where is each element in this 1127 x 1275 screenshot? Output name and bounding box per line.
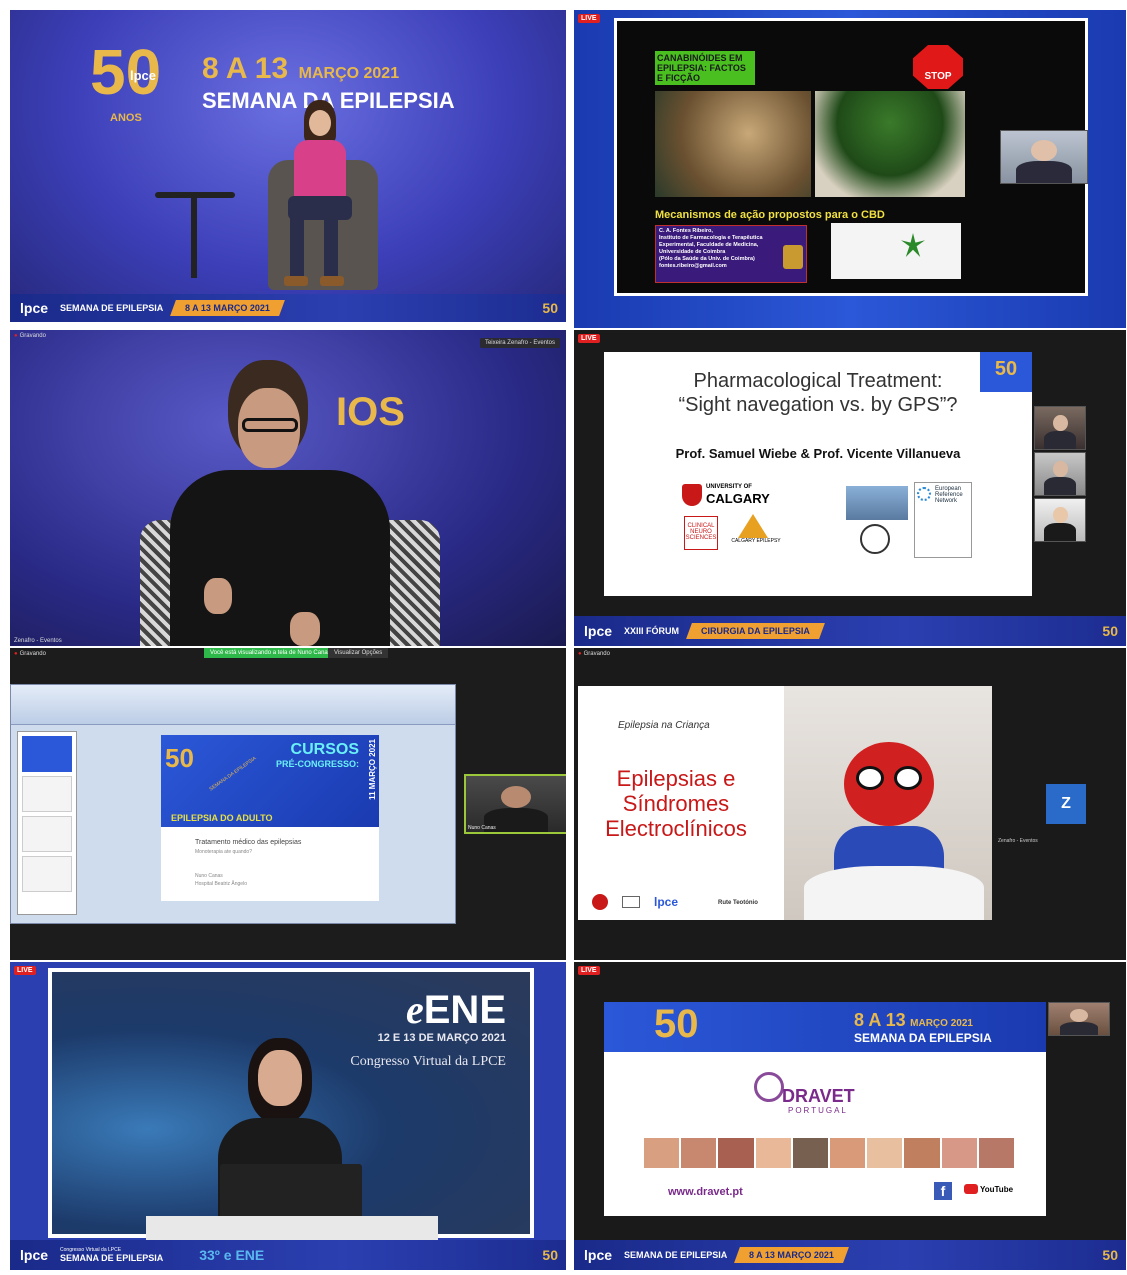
video-tile-eene[interactable]: LIVE eENE 12 E 13 DE MARÇO 2021 Congress… bbox=[10, 962, 566, 1270]
video-tile-slide-pharmacological[interactable]: LIVE 50 Pharmacological Treatment: “Sigh… bbox=[574, 330, 1126, 646]
powerpoint-window: 50 CURSOS PRÉ-CONGRESSO: 11 MARÇO 2021 S… bbox=[10, 684, 456, 924]
slide-pharmacological: 50 Pharmacological Treatment: “Sight nav… bbox=[604, 352, 1032, 596]
presenter-camera[interactable]: Nuno Canas bbox=[464, 774, 566, 834]
lower-third-bar: lpce SEMANA DE EPILEPSIA 8 A 13 MARÇO 20… bbox=[574, 1240, 1126, 1270]
partner-logos: lpce bbox=[592, 894, 678, 910]
speaker-camera-3[interactable] bbox=[1034, 498, 1086, 542]
video-tile-studio[interactable]: 50 lpce ANOS 8 A 13 MARÇO 2021 SEMANA DA… bbox=[10, 10, 566, 322]
video-tile-guest[interactable]: Gravando Teixeira Zenafro - Eventos IOS … bbox=[10, 330, 566, 646]
video-tile-slide-canabinoides[interactable]: LIVE CANABINÓIDES EM EPILEPSIA: FACTOS E… bbox=[574, 10, 1126, 328]
dravet-logo: DRAVET PORTUGAL bbox=[754, 1072, 894, 1122]
coimbra-seal bbox=[783, 245, 803, 269]
stop-sign-icon: STOP bbox=[913, 45, 963, 89]
slide-crianca: Epilepsia na Criança Epilepsias e Síndro… bbox=[578, 686, 992, 920]
participant-name: Zenafro - Eventos bbox=[14, 638, 62, 644]
view-options-button[interactable]: Visualizar Opções bbox=[328, 648, 389, 658]
slide-dravet: 50 8 A 13 MARÇO 2021 SEMANA DA EPILEPSIA… bbox=[604, 1002, 1046, 1216]
slide-50-logo: 50 bbox=[165, 743, 194, 773]
side-table bbox=[155, 192, 235, 282]
plant-image bbox=[815, 91, 965, 197]
video-tile-slide-crianca[interactable]: Gravando Epilepsia na Criança Epilepsias… bbox=[574, 648, 1126, 960]
slide-header: 50 8 A 13 MARÇO 2021 SEMANA DA EPILEPSIA bbox=[604, 1002, 1046, 1052]
sculpture-image bbox=[655, 91, 811, 197]
neuro-logo: CLINICAL NEURO SCIENCES bbox=[684, 516, 718, 550]
video-tile-slide-dravet[interactable]: LIVE 50 8 A 13 MARÇO 2021 SEMANA DA EPIL… bbox=[574, 962, 1126, 1270]
speaker-camera-2[interactable] bbox=[1034, 452, 1086, 496]
slide-thumbnails bbox=[17, 731, 77, 915]
cbd-diagram bbox=[831, 223, 961, 279]
ern-logo: European Reference Network bbox=[914, 482, 972, 558]
facebook-icon[interactable]: f bbox=[934, 1182, 952, 1200]
name-tag: Teixeira Zenafro - Eventos bbox=[479, 338, 560, 348]
lower-third-bar: lpce XXIII FÓRUM CIRURGIA DA EPILEPSIA 5… bbox=[574, 616, 1126, 646]
hospital-photo bbox=[846, 486, 908, 520]
presenter-person bbox=[280, 100, 360, 290]
valencia-seal bbox=[860, 524, 890, 554]
guest-person bbox=[160, 350, 400, 646]
speaker-camera[interactable] bbox=[1000, 130, 1088, 184]
podium bbox=[146, 1216, 438, 1240]
spiderman-photo bbox=[784, 686, 992, 920]
children-photos bbox=[644, 1138, 1015, 1168]
youtube-icon[interactable]: YouTube bbox=[964, 1184, 1013, 1194]
lower-third-bar: lpce Congresso Virtual da LPCE SEMANA DE… bbox=[10, 1240, 566, 1270]
screenshare-notice: Você está visualizando a tela de Nuno Ca… bbox=[204, 648, 337, 658]
slide-50-logo: 50 bbox=[654, 1002, 699, 1046]
current-slide: 50 CURSOS PRÉ-CONGRESSO: 11 MARÇO 2021 S… bbox=[161, 735, 379, 901]
video-tile-screenshare[interactable]: Gravando Você está visualizando a tela d… bbox=[10, 648, 566, 960]
eene-frame: eENE 12 E 13 DE MARÇO 2021 Congresso Vir… bbox=[48, 968, 534, 1240]
lower-third-bar: lpce SEMANA DE EPILEPSIA 8 A 13 MARÇO 20… bbox=[10, 294, 566, 322]
avatar-name: Zenafro - Eventos bbox=[998, 838, 1038, 844]
avatar[interactable]: Z bbox=[1046, 784, 1086, 824]
calgary-epilepsy-logo: CALGARY EPILEPSY bbox=[728, 514, 784, 554]
speaker-camera-1[interactable] bbox=[1034, 406, 1086, 450]
speaker-camera[interactable] bbox=[1048, 1002, 1110, 1036]
lpce-50-logo: 50 lpce ANOS bbox=[90, 36, 162, 124]
ribbon bbox=[11, 685, 455, 725]
